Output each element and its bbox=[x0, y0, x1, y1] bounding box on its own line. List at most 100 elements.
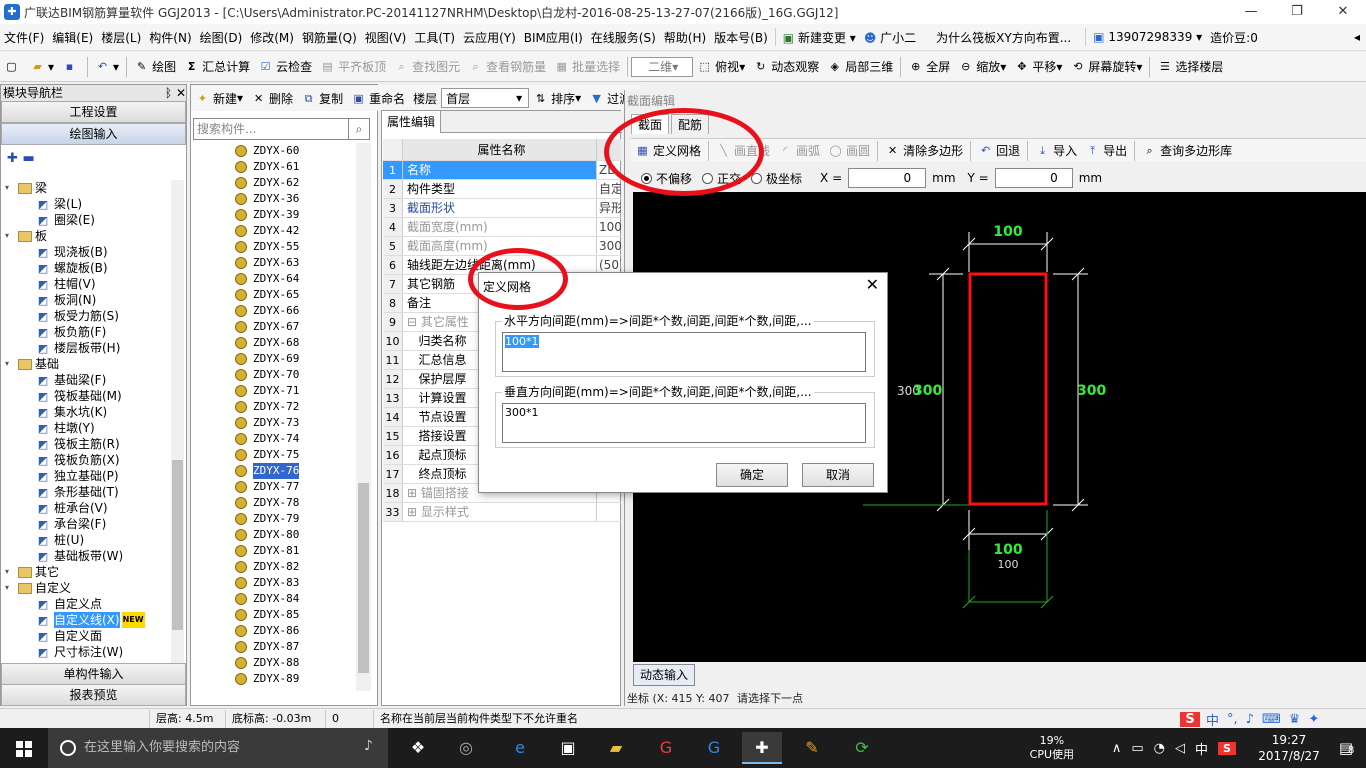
tree-item[interactable]: ◩ 集水坑(K) bbox=[5, 404, 171, 420]
tree-item[interactable]: ◩ 尺寸标注(W) bbox=[5, 644, 171, 660]
vertical-spacing-input[interactable]: 300*1 bbox=[502, 403, 866, 443]
ok-button[interactable]: 确定 bbox=[716, 463, 788, 487]
tree-item[interactable]: ◩ 自定义线(X) NEW bbox=[5, 612, 171, 628]
menu-edit[interactable]: 编辑(E) bbox=[48, 29, 97, 46]
component-list-item[interactable]: ZDYX-81 bbox=[195, 543, 355, 559]
network-icon[interactable]: ▭ bbox=[1131, 741, 1143, 756]
component-list-item[interactable]: ZDYX-42 bbox=[195, 223, 355, 239]
close-button[interactable]: ✕ bbox=[1320, 0, 1366, 24]
expand-toggle-icon[interactable]: ▾ bbox=[5, 180, 15, 196]
component-list-item[interactable]: ZDYX-55 bbox=[195, 239, 355, 255]
tree-item[interactable]: ◩ 自定义面 bbox=[5, 628, 171, 644]
component-list-item[interactable]: ZDYX-73 bbox=[195, 415, 355, 431]
fullscreen-button[interactable]: ⊕ 全屏 bbox=[904, 55, 954, 79]
save-button[interactable]: ▪ bbox=[58, 55, 84, 79]
dynamic-input-button[interactable]: 动态输入 bbox=[633, 664, 696, 686]
taskbar-search-input[interactable]: 在这里输入你要搜索的内容 bbox=[48, 728, 388, 768]
collapse-all-icon[interactable]: ▬ bbox=[22, 151, 34, 166]
tree-item[interactable]: ◩ 基础板带(W) bbox=[5, 548, 171, 564]
y-input[interactable]: 0 bbox=[994, 168, 1073, 188]
component-list-item[interactable]: ZDYX-80 bbox=[195, 527, 355, 543]
menu-overflow-icon[interactable]: ◂ bbox=[1350, 30, 1364, 44]
component-list-item[interactable]: ZDYX-87 bbox=[195, 639, 355, 655]
property-row[interactable]: 1 名称 ZD bbox=[383, 161, 621, 180]
component-list-item[interactable]: ZDYX-36 bbox=[195, 191, 355, 207]
tree-item[interactable]: ◩ 现浇板(B) bbox=[5, 244, 171, 260]
expand-toggle-icon[interactable]: ▾ bbox=[5, 564, 15, 580]
tree-folder[interactable]: ▾ 其它 bbox=[5, 564, 171, 580]
component-list-item[interactable]: ZDYX-79 bbox=[195, 511, 355, 527]
property-row[interactable]: 2 构件类型 自定 bbox=[383, 180, 621, 199]
component-list-item[interactable]: ZDYX-72 bbox=[195, 399, 355, 415]
tree-item[interactable]: ◩ 螺旋板(B) bbox=[5, 260, 171, 276]
menu-version[interactable]: 版本号(B) bbox=[710, 29, 772, 46]
pan-button[interactable]: ✥ 平移 ▾ bbox=[1010, 55, 1066, 79]
menu-view[interactable]: 视图(V) bbox=[361, 29, 411, 46]
zoom-button[interactable]: ⊖ 缩放 ▾ bbox=[954, 55, 1010, 79]
xiaoer-button[interactable]: ☻ 广小二 bbox=[860, 29, 920, 46]
component-list-item[interactable]: ZDYX-86 bbox=[195, 623, 355, 639]
find-element-button[interactable]: ⌕ 查找图元 bbox=[390, 55, 464, 79]
section-rectangle[interactable] bbox=[968, 272, 1048, 506]
component-scrollbar[interactable] bbox=[356, 143, 371, 691]
tree-item[interactable]: ◩ 基础梁(F) bbox=[5, 372, 171, 388]
component-list-item[interactable]: ZDYX-66 bbox=[195, 303, 355, 319]
tree-item[interactable]: ◩ 条形基础(T) bbox=[5, 484, 171, 500]
tree-item[interactable]: ◩ 梁(L) bbox=[5, 196, 171, 212]
scroll-thumb[interactable] bbox=[358, 483, 369, 673]
property-row[interactable]: 4 截面宽度(mm) 100 bbox=[383, 218, 621, 237]
tree-item[interactable]: ◩ 筏板基础(M) bbox=[5, 388, 171, 404]
ggj-active-app-icon[interactable]: ✚ bbox=[742, 732, 782, 764]
property-value[interactable]: 300 bbox=[597, 237, 621, 255]
task-view-icon[interactable]: ❖ bbox=[398, 732, 438, 764]
component-list-item[interactable]: ZDYX-62 bbox=[195, 175, 355, 191]
ime-keyboard-icon[interactable]: ⌨ bbox=[1262, 712, 1281, 727]
sort-button[interactable]: ⇅ 排序 ▾ bbox=[529, 86, 585, 110]
tree-item[interactable]: ◩ 筏板主筋(R) bbox=[5, 436, 171, 452]
draw-input-button[interactable]: 绘图输入 bbox=[1, 123, 186, 145]
batch-select-button[interactable]: ▦ 批量选择 bbox=[550, 55, 624, 79]
component-list-item[interactable]: ZDYX-75 bbox=[195, 447, 355, 463]
browser-app-icon[interactable]: ◎ bbox=[446, 732, 486, 764]
restore-button[interactable]: ❐ bbox=[1274, 0, 1320, 24]
menu-online-service[interactable]: 在线服务(S) bbox=[587, 29, 660, 46]
property-value[interactable]: 异形 bbox=[597, 199, 621, 217]
component-list-item[interactable]: ZDYX-89 bbox=[195, 671, 355, 687]
tree-item[interactable]: ◩ 桩(U) bbox=[5, 532, 171, 548]
component-list-item[interactable]: ZDYX-67 bbox=[195, 319, 355, 335]
import-button[interactable]: ⤓ 导入 bbox=[1031, 139, 1081, 163]
flat-slab-top-button[interactable]: ▤ 平齐板顶 bbox=[316, 55, 390, 79]
menu-file[interactable]: 文件(F) bbox=[0, 29, 48, 46]
volume-icon[interactable]: ◁ bbox=[1175, 741, 1185, 756]
pin-icon[interactable]: ᛒ bbox=[165, 86, 172, 100]
ime-mic-icon[interactable]: ♪ bbox=[1246, 712, 1254, 727]
component-list-item[interactable]: ZDYX-69 bbox=[195, 351, 355, 367]
property-row[interactable]: 3 截面形状 异形 bbox=[383, 199, 621, 218]
menu-bim[interactable]: BIM应用(I) bbox=[520, 29, 587, 46]
tree-item[interactable]: ◩ 自定义点 bbox=[5, 596, 171, 612]
property-row[interactable]: 33 ⊞ 显示样式 bbox=[383, 503, 621, 522]
tree-folder[interactable]: ▾ 梁 bbox=[5, 180, 171, 196]
new-file-button[interactable]: ▢ bbox=[0, 55, 26, 79]
select-floor-button[interactable]: ☰ 选择楼层 bbox=[1153, 55, 1227, 79]
microphone-icon[interactable]: ♪ bbox=[364, 738, 373, 754]
component-list-item[interactable]: ZDYX-83 bbox=[195, 575, 355, 591]
sogou-icon[interactable]: S bbox=[1180, 711, 1200, 727]
menu-tools[interactable]: 工具(T) bbox=[410, 29, 459, 46]
tray-chevron-icon[interactable]: ∧ bbox=[1112, 741, 1122, 756]
x-input[interactable]: 0 bbox=[848, 168, 927, 188]
draw-circle-button[interactable]: ◯ 画圆 bbox=[824, 139, 874, 163]
glodon-app-icon[interactable]: G bbox=[646, 732, 686, 764]
ime-skin-icon[interactable]: ♛ bbox=[1289, 712, 1301, 727]
component-list-item[interactable]: ZDYX-71 bbox=[195, 383, 355, 399]
component-list-item[interactable]: ZDYX-85 bbox=[195, 607, 355, 623]
tree-item[interactable]: ◩ 板洞(N) bbox=[5, 292, 171, 308]
top-view-button[interactable]: ⬚ 俯视 ▾ bbox=[693, 55, 749, 79]
tab-property-edit[interactable]: 属性编辑 bbox=[382, 111, 442, 133]
component-list-item[interactable]: ZDYX-70 bbox=[195, 367, 355, 383]
sum-button[interactable]: Σ 汇总计算 bbox=[180, 55, 254, 79]
local-3d-button[interactable]: ◈ 局部三维 bbox=[823, 55, 897, 79]
new-change-button[interactable]: ▣ 新建变更 ▾ bbox=[779, 29, 860, 46]
component-search-input[interactable]: 搜索构件... bbox=[193, 118, 353, 140]
query-polygon-lib-button[interactable]: ⌕ 查询多边形库 bbox=[1138, 139, 1236, 163]
